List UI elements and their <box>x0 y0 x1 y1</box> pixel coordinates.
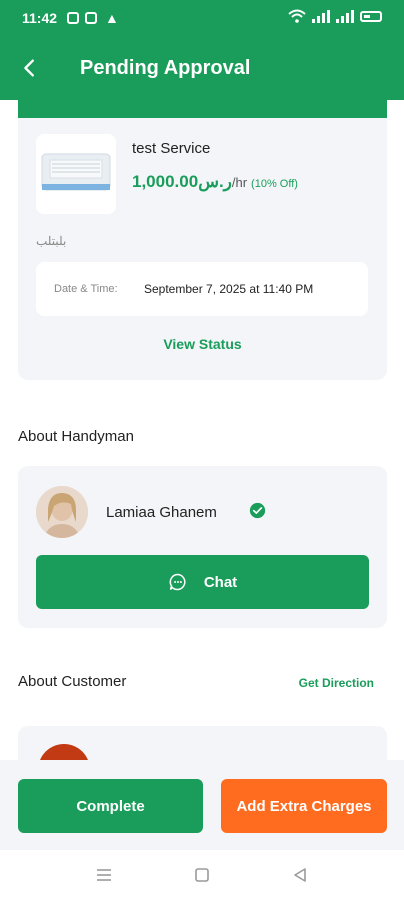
customer-card <box>18 726 387 760</box>
scroll-content[interactable]: test Service 1,000.00ر.س/hr (10% Off) بلب… <box>0 100 404 760</box>
avatar[interactable] <box>36 486 88 538</box>
customer-avatar[interactable] <box>38 744 90 760</box>
price-value: 1,000.00ر.س <box>132 172 232 191</box>
price-unit: /hr <box>231 175 248 190</box>
bottom-action-bar: Complete Add Extra Charges <box>0 760 404 850</box>
add-extra-charges-button[interactable]: Add Extra Charges <box>221 779 387 833</box>
home-icon[interactable] <box>194 867 210 883</box>
chevron-left-icon <box>24 59 34 77</box>
service-image <box>36 134 116 214</box>
handyman-card: Lamiaa Ghanem Chat <box>18 466 387 628</box>
chat-button[interactable]: Chat <box>36 555 369 609</box>
verified-icon <box>249 502 266 519</box>
app-bar: Pending Approval <box>0 36 404 100</box>
wifi-icon <box>288 9 306 23</box>
date-time-box: Date & Time: September 7, 2025 at 11:40 … <box>36 262 368 316</box>
service-name: test Service <box>132 140 211 157</box>
page-title: Pending Approval <box>80 56 251 79</box>
booking-note: بلبتلب <box>36 234 67 248</box>
message-icon <box>85 12 98 24</box>
view-status-link[interactable]: View Status <box>18 336 387 352</box>
status-time: 11:42 <box>22 10 58 26</box>
about-handyman-title: About Handyman <box>18 428 134 445</box>
battery-icon <box>360 10 382 22</box>
date-time-label: Date & Time: <box>54 283 118 295</box>
complete-button[interactable]: Complete <box>18 779 203 833</box>
get-direction-link[interactable]: Get Direction <box>299 676 374 690</box>
date-time-value: September 7, 2025 at 11:40 PM <box>144 282 314 296</box>
chat-icon <box>169 573 186 591</box>
air-conditioner-image <box>36 134 116 214</box>
back-triangle-icon[interactable] <box>292 867 308 883</box>
chat-label: Chat <box>203 573 238 591</box>
shield-icon <box>67 12 80 24</box>
back-button[interactable] <box>0 36 60 100</box>
service-price: 1,000.00ر.س/hr (10% Off) <box>132 172 298 192</box>
booking-id-header <box>18 100 387 118</box>
system-nav-bar <box>0 850 404 900</box>
handyman-name: Lamiaa Ghanem <box>106 504 217 521</box>
booking-card: test Service 1,000.00ر.س/hr (10% Off) بلب… <box>18 100 387 380</box>
signal-icon <box>336 9 354 23</box>
status-right-icons <box>288 9 382 23</box>
status-bar: 11:42 ▲ <box>0 0 404 36</box>
about-customer-title: About Customer <box>18 673 127 690</box>
discount-badge: (10% Off) <box>251 178 298 190</box>
warning-icon: ▲ <box>105 10 119 26</box>
menu-icon[interactable] <box>96 867 112 883</box>
signal-icon <box>312 9 330 23</box>
